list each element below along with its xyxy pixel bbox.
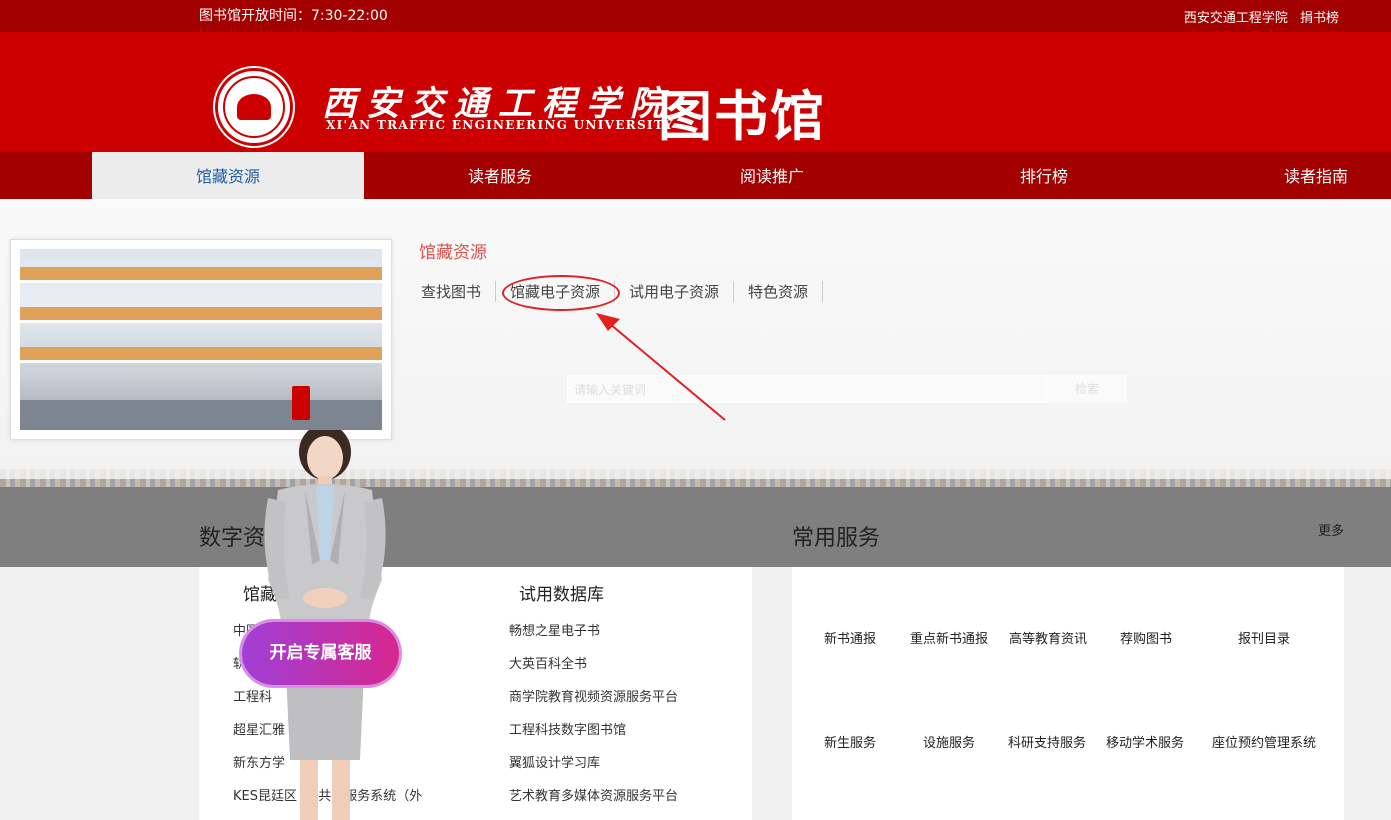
annotation-arrow-icon xyxy=(596,313,726,421)
service-item[interactable]: 新生服务 xyxy=(824,732,876,751)
find-books-link[interactable]: 查找图书 xyxy=(407,281,497,302)
nav-reading-promotion[interactable]: 阅读推广 xyxy=(636,152,908,199)
nav-reader-services[interactable]: 读者服务 xyxy=(364,152,636,199)
opening-hours: 图书馆开放时间：7:30-22:00 xyxy=(199,8,388,24)
dropdown-title: 馆藏资源 xyxy=(419,243,487,263)
service-item[interactable]: 报刊目录 xyxy=(1238,628,1290,647)
top-links: 西安交通工程学院 捐书榜 xyxy=(1176,7,1339,26)
service-item[interactable]: 科研支持服务 xyxy=(1008,732,1086,751)
trial-db-title: 试用数据库 xyxy=(519,585,604,605)
nav-rankings[interactable]: 排行榜 xyxy=(908,152,1180,199)
service-item[interactable]: 座位预约管理系统 xyxy=(1212,732,1316,751)
school-name-en: XI'AN TRAFFIC ENGINEERING UNIVERSITY xyxy=(326,118,674,132)
donation-ranking-link[interactable]: 捐书榜 xyxy=(1300,11,1339,26)
service-item[interactable]: 设施服务 xyxy=(923,732,975,751)
open-customer-service-button[interactable]: 开启专属客服 xyxy=(242,622,399,685)
nav-collection-resources[interactable]: 馆藏资源 xyxy=(92,152,364,199)
db-item[interactable]: 畅想之星电子书 xyxy=(509,620,600,639)
special-resources-link[interactable]: 特色资源 xyxy=(734,281,824,302)
db-item[interactable]: 大英百科全书 xyxy=(509,653,587,672)
service-item[interactable]: 移动学术服务 xyxy=(1106,732,1184,751)
db-item[interactable]: 工程科技数字图书馆 xyxy=(509,719,626,738)
common-services-title: 常用服务 xyxy=(792,526,881,551)
nav-reader-guide[interactable]: 读者指南 xyxy=(1180,152,1391,199)
library-title: 图书馆 xyxy=(658,84,826,148)
main-nav: 馆藏资源 读者服务 阅读推广 排行榜 读者指南 xyxy=(0,152,1391,199)
search-button[interactable]: 检索 xyxy=(1047,375,1127,403)
service-item[interactable]: 荐购图书 xyxy=(1120,628,1172,647)
service-item[interactable]: 重点新书通报 xyxy=(910,628,988,647)
school-link[interactable]: 西安交通工程学院 xyxy=(1184,11,1288,26)
db-item[interactable]: 商学院教育视频资源服务平台 xyxy=(509,686,678,705)
db-item[interactable]: 翼狐设计学习库 xyxy=(509,752,600,771)
db-item[interactable]: 艺术教育多媒体资源服务平台 xyxy=(509,785,678,804)
library-atrium-photo xyxy=(20,249,382,430)
more-link[interactable]: 更多 xyxy=(1318,520,1344,539)
library-photo-card xyxy=(10,239,392,440)
top-bar: 图书馆开放时间：7:30-22:00 西安交通工程学院 捐书榜 xyxy=(0,0,1391,32)
university-seal-logo[interactable] xyxy=(215,68,293,146)
common-services-card: 新书通报 重点新书通报 高等教育资讯 荐购图书 报刊目录 新生服务 设施服务 科… xyxy=(792,567,1344,820)
site-header: 西安交通工程学院 XI'AN TRAFFIC ENGINEERING UNIVE… xyxy=(0,32,1391,152)
service-item[interactable]: 高等教育资讯 xyxy=(1009,628,1087,647)
trial-e-resources-link[interactable]: 试用电子资源 xyxy=(615,281,735,302)
service-item[interactable]: 新书通报 xyxy=(824,628,876,647)
